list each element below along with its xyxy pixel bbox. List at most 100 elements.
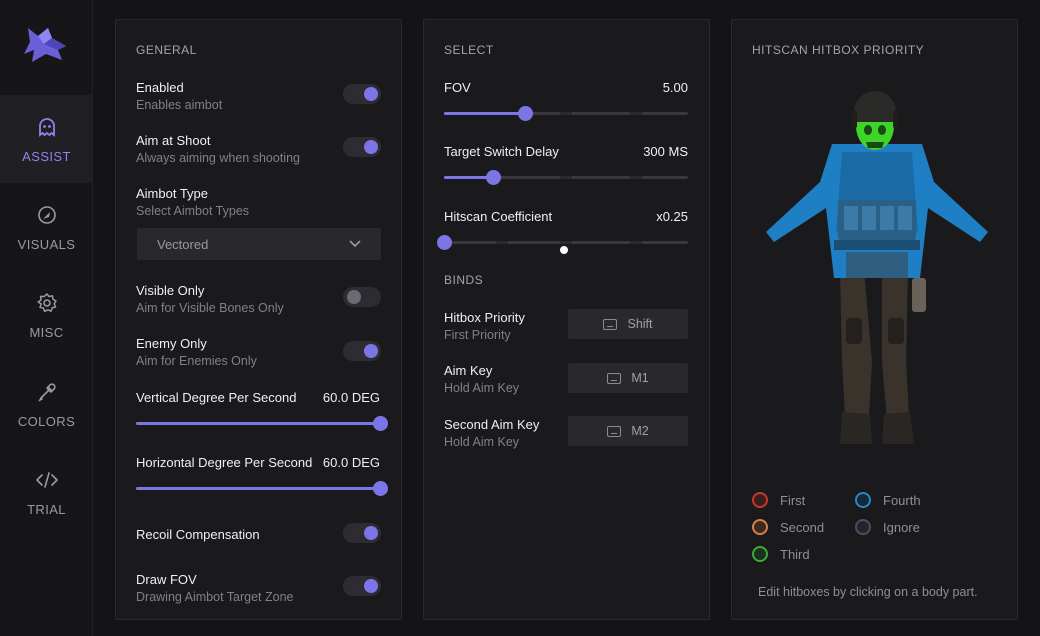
slider-track[interactable] (444, 106, 688, 121)
bind-subtitle: First Priority (444, 328, 511, 342)
sidebar-item-label: VISUALS (17, 236, 76, 252)
slider-thumb[interactable] (517, 106, 533, 121)
setting-subtitle: Aim for Visible Bones Only (136, 301, 284, 315)
aim-at-shoot-toggle[interactable] (343, 137, 381, 157)
ghost-icon (35, 115, 59, 139)
vertical-degree-slider: Vertical Degree Per Second 60.0 DEG (136, 390, 388, 431)
slider-tick (496, 241, 508, 244)
slider-value: 300 MS (643, 144, 688, 159)
hitbox-hint: Edit hitboxes by clicking on a body part… (758, 585, 978, 599)
sidebar-item-label: COLORS (17, 413, 76, 429)
slider-label: FOV (444, 80, 471, 95)
setting-title: Aim at Shoot (136, 133, 211, 148)
chevron-down-icon (349, 240, 361, 248)
slider-tick (630, 176, 642, 179)
setting-subtitle: Select Aimbot Types (136, 204, 250, 218)
setting-title: Recoil Compensation (136, 527, 260, 542)
sidebar-item-trial[interactable]: TRIAL (0, 448, 93, 536)
target-switch-delay-slider: Target Switch Delay 300 MS (444, 144, 688, 185)
aimbot-type-select[interactable]: Vectored (137, 228, 381, 260)
legend-fourth: Fourth (855, 492, 921, 508)
slider-track[interactable] (444, 170, 688, 185)
legend-third: Third (752, 546, 810, 562)
slider-track[interactable] (437, 235, 688, 250)
slider-thumb[interactable] (373, 416, 388, 431)
toggle-knob (364, 526, 378, 540)
recoil-setting: Recoil Compensation (136, 527, 260, 542)
setting-subtitle: Drawing Aimbot Target Zone (136, 590, 294, 604)
visible-only-toggle[interactable] (343, 287, 381, 307)
select-value: Vectored (157, 236, 209, 252)
slider-value: 60.0 DEG (322, 455, 380, 470)
slider-fill (444, 112, 525, 115)
hitbox-priority-bind-button[interactable]: Shift (568, 309, 688, 339)
draw-fov-toggle[interactable] (343, 576, 381, 596)
sidebar-item-colors[interactable]: COLORS (0, 360, 93, 448)
slider-thumb[interactable] (437, 235, 452, 250)
aim-key-bind-button[interactable]: M1 (568, 363, 688, 393)
slider-tick (560, 112, 572, 115)
slider-value: x0.25 (656, 209, 688, 224)
legend-label: Ignore (883, 519, 920, 535)
setting-title: Enabled (136, 80, 184, 95)
slider-value: 60.0 DEG (322, 390, 380, 405)
setting-title: Draw FOV (136, 572, 197, 587)
slider-track[interactable] (136, 416, 388, 431)
slider-track[interactable] (136, 481, 388, 496)
bind-hitbox-priority: Hitbox Priority First Priority (444, 310, 525, 342)
sidebar-item-label: ASSIST (22, 148, 71, 164)
slider-fill (136, 487, 380, 490)
legend-second: Second (752, 519, 824, 535)
recoil-toggle[interactable] (343, 523, 381, 543)
legend-dot (855, 492, 871, 508)
bind-key: M2 (631, 424, 649, 438)
bind-key: Shift (627, 317, 653, 331)
hitbox-head[interactable] (852, 91, 898, 150)
mouse-cursor-dot (560, 246, 568, 254)
bind-title: Second Aim Key (444, 417, 540, 432)
setting-subtitle: Enables aimbot (136, 98, 223, 112)
eyedropper-icon (35, 380, 59, 404)
code-icon (35, 468, 59, 492)
toggle-knob (347, 290, 361, 304)
toggle-knob (364, 140, 378, 154)
sidebar-item-assist[interactable]: ASSIST (0, 95, 93, 183)
slider-value: 5.00 (662, 80, 688, 95)
sidebar: ASSIST VISUALS MISC COLORS TRIAL (0, 0, 93, 636)
legend-dot (855, 519, 871, 535)
sidebar-item-label: MISC (29, 324, 64, 340)
slider-label: Hitscan Coefficient (444, 209, 553, 224)
bind-title: Hitbox Priority (444, 310, 525, 325)
slider-tick (630, 241, 642, 244)
slider-tick (560, 241, 572, 244)
enemy-only-setting: Enemy Only Aim for Enemies Only (136, 336, 257, 368)
toggle-knob (364, 344, 378, 358)
legend-label: First (780, 492, 806, 508)
binds-title: BINDS (444, 273, 484, 287)
general-panel: GENERAL Enabled Enables aimbot Aim at Sh… (115, 19, 402, 620)
keyboard-icon (603, 318, 618, 330)
toggle-knob (364, 87, 378, 101)
enemy-only-toggle[interactable] (343, 341, 381, 361)
hitbox-legs[interactable] (840, 270, 926, 444)
bind-aim-key: Aim Key Hold Aim Key (444, 363, 519, 395)
slider-thumb[interactable] (485, 170, 501, 185)
wolf-logo-icon (24, 28, 66, 62)
second-aim-key-bind-button[interactable]: M2 (568, 416, 688, 446)
aim-at-shoot-setting: Aim at Shoot Always aiming when shooting (136, 133, 300, 165)
sidebar-item-label: TRIAL (27, 501, 66, 517)
hitbox-body[interactable] (766, 144, 988, 278)
select-title: SELECT (444, 43, 494, 57)
setting-title: Visible Only (136, 283, 205, 298)
bind-key: M1 (631, 371, 649, 385)
legend-label: Third (780, 546, 810, 562)
select-panel: SELECT FOV 5.00 Target Switch Delay 300 … (423, 19, 710, 620)
legend-label: Second (780, 519, 825, 535)
keyboard-icon (607, 372, 622, 384)
sidebar-item-visuals[interactable]: VISUALS (0, 183, 93, 271)
slider-thumb[interactable] (373, 481, 388, 496)
enabled-toggle[interactable] (343, 84, 381, 104)
slider-label: Horizontal Degree Per Second (136, 455, 313, 470)
sidebar-item-misc[interactable]: MISC (0, 271, 93, 359)
slider-label: Vertical Degree Per Second (136, 390, 297, 405)
